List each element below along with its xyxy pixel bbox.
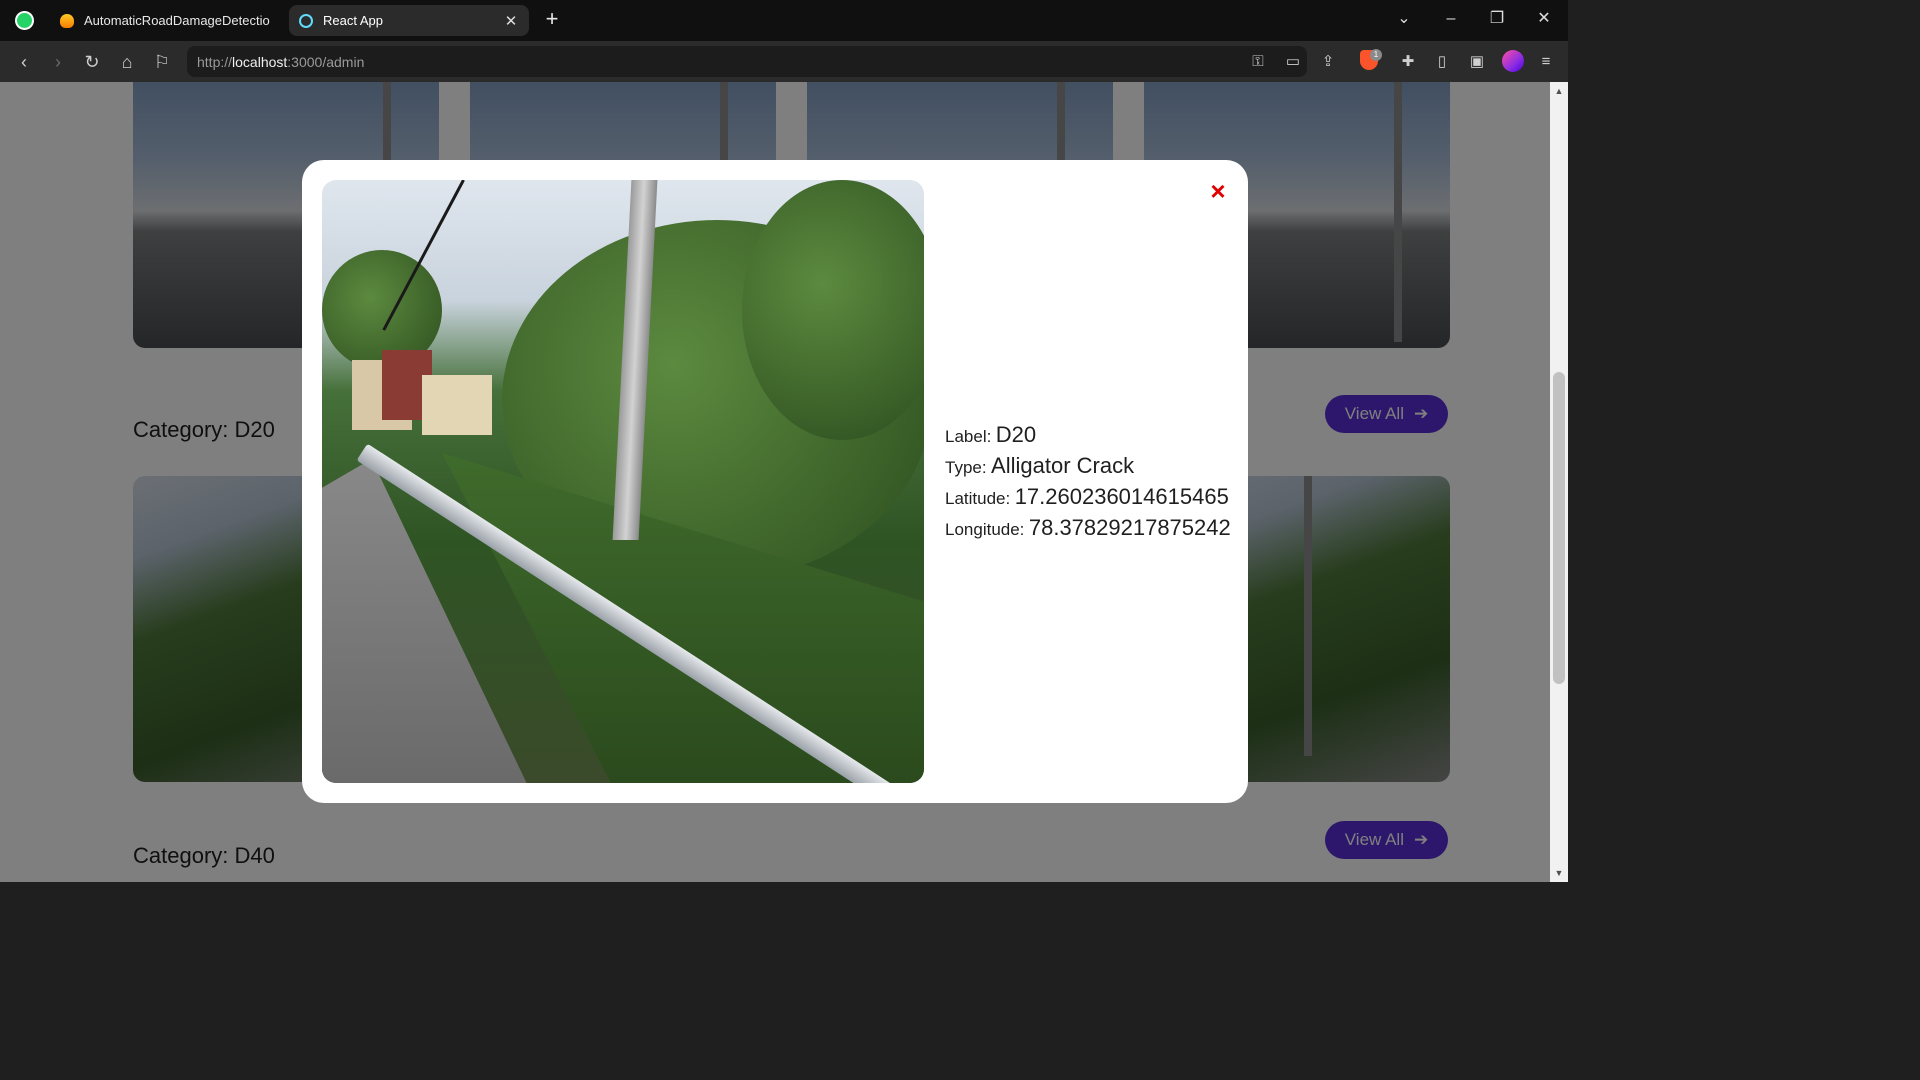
whatsapp-icon[interactable] <box>10 7 38 33</box>
wallet-icon[interactable]: ▣ <box>1466 51 1488 73</box>
profile-avatar[interactable] <box>1502 50 1524 72</box>
modal-close-icon[interactable]: × <box>1206 178 1230 204</box>
latitude-key: Latitude: <box>945 489 1011 508</box>
extensions-icon[interactable]: ✚ <box>1397 51 1419 73</box>
tab-strip: AutomaticRoadDamageDetection - ( React A… <box>0 0 1568 41</box>
key-icon[interactable]: ⚿ <box>1247 51 1269 73</box>
type-key: Type: <box>945 458 987 477</box>
tab-title: AutomaticRoadDamageDetection - ( <box>84 13 270 28</box>
tab-automatic-road-damage-detection[interactable]: AutomaticRoadDamageDetection - ( <box>50 5 280 36</box>
home-icon[interactable]: ⌂ <box>115 50 139 74</box>
sidebar-icon[interactable]: ▯ <box>1431 51 1453 73</box>
tab-react-app[interactable]: React App ✕ <box>289 5 529 36</box>
address-bar[interactable]: i http://localhost:3000/admin <box>187 46 1307 323</box>
longitude-key: Longitude: <box>945 520 1025 539</box>
url-text: http://localhost:3000/admin <box>197 53 365 70</box>
latitude-value: 17.260236014615465 <box>1014 484 1229 509</box>
back-icon[interactable]: ‹ <box>12 50 36 74</box>
share-icon[interactable]: ⇪ <box>1317 51 1339 73</box>
tab-search-chevron-icon[interactable]: ⌄ <box>1390 6 1418 32</box>
label-row: Label: D20 <box>945 422 1231 453</box>
scroll-thumb[interactable] <box>1553 372 1565 684</box>
browser-toolbar: ‹ › ↻ ⌂ ⚐ i http://localhost:3000/admin … <box>0 41 1568 323</box>
minimize-icon[interactable]: – <box>1437 6 1465 32</box>
page-scrollbar[interactable]: ▲ ▼ <box>1550 82 1568 882</box>
image-detail-modal: × Label: D20 Type: Alligator Crack Latit… <box>302 160 1248 803</box>
longitude-row: Longitude: 78.37829217875242 <box>945 515 1231 546</box>
forward-icon[interactable]: › <box>46 50 70 74</box>
brave-badge: 1 <box>1370 49 1382 61</box>
bookmark-icon[interactable]: ⚐ <box>150 50 174 74</box>
menu-icon[interactable]: ≡ <box>1535 51 1557 73</box>
tab-title: React App <box>323 13 383 28</box>
new-tab-button[interactable]: + <box>540 8 564 32</box>
firebase-icon <box>60 13 74 28</box>
tab-close-icon[interactable]: ✕ <box>503 12 519 30</box>
scroll-down-icon[interactable]: ▼ <box>1550 868 1568 878</box>
type-value: Alligator Crack <box>991 453 1135 478</box>
label-key: Label: <box>945 427 992 446</box>
label-value: D20 <box>995 422 1037 447</box>
window-close-icon[interactable]: ✕ <box>1530 6 1558 32</box>
longitude-value: 78.37829217875242 <box>1028 515 1231 540</box>
road-damage-image <box>322 180 924 783</box>
detection-info: Label: D20 Type: Alligator Crack Latitud… <box>945 422 1231 546</box>
cast-icon[interactable]: ▭ <box>1282 51 1304 73</box>
restore-icon[interactable]: ❐ <box>1483 6 1511 32</box>
latitude-row: Latitude: 17.260236014615465 <box>945 484 1231 515</box>
reload-icon[interactable]: ↻ <box>80 50 104 74</box>
type-row: Type: Alligator Crack <box>945 453 1231 484</box>
scroll-up-icon[interactable]: ▲ <box>1550 86 1568 96</box>
react-icon <box>299 13 313 28</box>
